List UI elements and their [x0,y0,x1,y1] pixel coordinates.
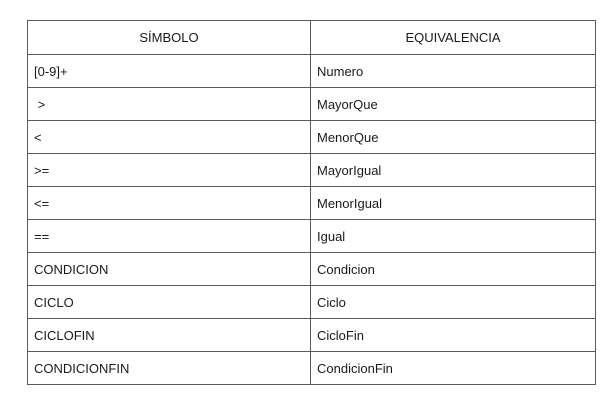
equivalence-cell: MayorIgual [310,153,596,187]
header-simbolo: SÍMBOLO [27,20,311,55]
table-row: [0-9]+ Numero [27,54,596,88]
header-equivalencia: EQUIVALENCIA [310,20,596,55]
symbol-cell: CONDICION [27,252,311,286]
equivalence-cell: MenorIgual [310,186,596,220]
equivalence-cell: Igual [310,219,596,253]
symbol-cell: >= [27,153,311,187]
equivalence-cell: Ciclo [310,285,596,319]
equivalence-cell: Numero [310,54,596,88]
symbol-table: SÍMBOLO EQUIVALENCIA [0-9]+ Numero > May… [27,20,596,385]
symbol-cell: CICLOFIN [27,318,311,352]
symbol-cell: < [27,120,311,154]
equivalence-cell: CicloFin [310,318,596,352]
table-row: >= MayorIgual [27,153,596,187]
table-row: == Igual [27,219,596,253]
symbol-cell: CONDICIONFIN [27,351,311,385]
table-header-row: SÍMBOLO EQUIVALENCIA [27,20,596,55]
equivalence-cell: MayorQue [310,87,596,121]
symbol-cell: > [27,87,311,121]
table-row: > MayorQue [27,87,596,121]
table-row: <= MenorIgual [27,186,596,220]
symbol-cell: CICLO [27,285,311,319]
equivalence-cell: Condicion [310,252,596,286]
symbol-cell: <= [27,186,311,220]
symbol-cell: == [27,219,311,253]
table-row: CONDICION Condicion [27,252,596,286]
table-row: CONDICIONFIN CondicionFin [27,351,596,385]
equivalence-cell: CondicionFin [310,351,596,385]
symbol-cell: [0-9]+ [27,54,311,88]
table-row: CICLO Ciclo [27,285,596,319]
equivalence-cell: MenorQue [310,120,596,154]
table-row: CICLOFIN CicloFin [27,318,596,352]
table-row: < MenorQue [27,120,596,154]
